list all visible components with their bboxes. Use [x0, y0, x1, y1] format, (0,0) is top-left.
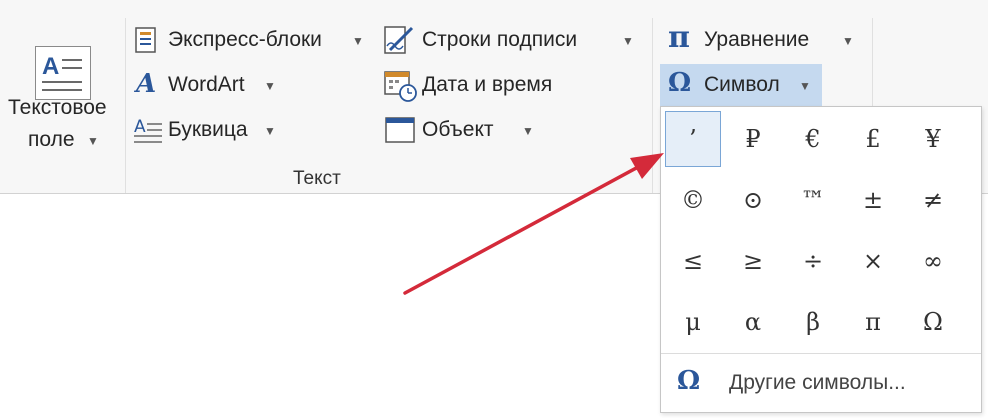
- symbol-cell[interactable]: ≤: [665, 233, 721, 289]
- symbol-label: Символ: [704, 73, 780, 96]
- symbol-cell[interactable]: π: [845, 294, 901, 350]
- chevron-down-icon: ▼: [87, 134, 99, 148]
- symbol-cell[interactable]: ∞: [905, 233, 961, 289]
- symbol-cell[interactable]: ¥: [905, 111, 961, 167]
- symbol-cell[interactable]: μ: [665, 294, 721, 350]
- symbol-cell[interactable]: ≠: [905, 172, 961, 228]
- omega-icon: Ω: [668, 68, 692, 98]
- more-symbols-label: Другие символы...: [729, 371, 906, 394]
- chevron-down-icon: ▼: [799, 79, 811, 93]
- wordart-button[interactable]: A WordArt ▼: [130, 69, 280, 103]
- chevron-down-icon: ▼: [842, 34, 854, 48]
- symbol-cell[interactable]: ₽: [725, 111, 781, 167]
- date-time-button[interactable]: Дата и время: [380, 69, 580, 103]
- chevron-down-icon: ▼: [264, 79, 276, 93]
- chevron-down-icon: ▼: [522, 124, 534, 138]
- symbol-cell[interactable]: €: [785, 111, 841, 167]
- symbol-cell[interactable]: α: [725, 294, 781, 350]
- date-time-label: Дата и время: [422, 73, 553, 96]
- symbol-cell[interactable]: ÷: [785, 233, 841, 289]
- signature-line-button[interactable]: Строки подписи ▼: [380, 24, 640, 58]
- wordart-label: WordArt: [168, 73, 245, 96]
- chevron-down-icon: ▼: [352, 34, 364, 48]
- object-button[interactable]: Объект ▼: [380, 114, 550, 148]
- dropcap-icon: A: [134, 117, 162, 143]
- pi-icon: π: [668, 20, 690, 55]
- equation-label: Уравнение: [704, 28, 810, 51]
- divider: [661, 353, 981, 354]
- equation-button[interactable]: π Уравнение ▼: [664, 20, 864, 58]
- symbol-dropdown-panel: ’ ₽ € £ ¥ © ⊙ ™ ± ≠ ≤ ≥ ÷ × ∞ μ α β π Ω Ω Другие символы...: [660, 106, 982, 413]
- more-symbols-item[interactable]: Ω Другие символы...: [661, 360, 981, 404]
- textbox-button[interactable]: A Текстовое поле ▼: [0, 20, 124, 160]
- symbol-cell[interactable]: ≥: [725, 233, 781, 289]
- quick-parts-label: Экспресс-блоки: [168, 28, 322, 51]
- symbol-cell[interactable]: ×: [845, 233, 901, 289]
- textbox-icon: A: [35, 46, 91, 100]
- symbol-cell[interactable]: ⊙: [725, 172, 781, 228]
- wordart-icon: A: [136, 69, 157, 99]
- object-label: Объект: [422, 118, 494, 141]
- symbol-cell[interactable]: ©: [665, 172, 721, 228]
- symbol-cell[interactable]: £: [845, 111, 901, 167]
- symbol-cell[interactable]: β: [785, 294, 841, 350]
- svg-text:A: A: [134, 117, 146, 137]
- symbol-cell[interactable]: Ω: [905, 294, 961, 350]
- symbol-button[interactable]: Ω Символ ▼: [660, 64, 822, 106]
- omega-icon: Ω: [677, 366, 701, 396]
- dropcap-label: Буквица: [168, 118, 248, 141]
- signature-line-label: Строки подписи: [422, 28, 578, 51]
- textbox-label-line1: Текстовое: [8, 96, 107, 119]
- separator: [125, 18, 126, 193]
- textbox-label-line2: поле: [28, 128, 75, 151]
- group-label-text: Текст: [293, 168, 341, 189]
- quick-parts-button[interactable]: Экспресс-блоки ▼: [130, 24, 375, 58]
- symbol-cell[interactable]: ’: [665, 111, 721, 167]
- dropcap-button[interactable]: A Буквица ▼: [130, 114, 280, 148]
- chevron-down-icon: ▼: [622, 34, 634, 48]
- quick-parts-icon: [135, 27, 156, 53]
- symbol-cell[interactable]: ™: [785, 172, 841, 228]
- signature-line-icon: [384, 26, 414, 54]
- symbol-cell[interactable]: ±: [845, 172, 901, 228]
- separator: [652, 18, 653, 193]
- date-time-icon: [384, 71, 417, 102]
- object-icon: [385, 117, 415, 143]
- chevron-down-icon: ▼: [264, 124, 276, 138]
